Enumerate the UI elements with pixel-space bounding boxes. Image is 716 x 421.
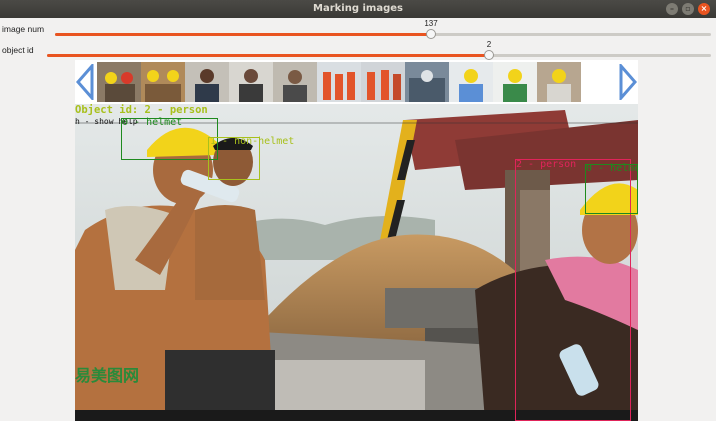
bbox-label-helmet-right: 0 - helmet	[586, 163, 638, 174]
object-id-label: object id	[2, 45, 34, 55]
thumbnail-3[interactable]	[185, 62, 229, 102]
bbox-label-non-helmet: 1 - non-helmet	[210, 136, 295, 147]
image-num-slider-fill	[55, 33, 431, 36]
image-num-value: 137	[424, 19, 438, 28]
thumbnail-10[interactable]	[493, 62, 537, 102]
thumbnail-9[interactable]	[449, 62, 493, 102]
image-canvas[interactable]: 易美图网 Object id: 2 - person h - show help…	[75, 60, 638, 421]
window-title: Marking images	[313, 3, 403, 14]
thumbnail-8[interactable]	[405, 62, 449, 102]
thumbnail-1[interactable]	[97, 62, 141, 102]
bbox-label-helmet-left: 0 - helmet	[122, 117, 183, 128]
object-id-slider-row: object id 2	[0, 40, 716, 61]
app-window: Marking images – ▫ × image num 137 objec…	[0, 0, 716, 421]
next-arrow-icon[interactable]	[619, 64, 637, 100]
thumbnail-5[interactable]	[273, 62, 317, 102]
image-num-slider-row: image num 137	[0, 19, 716, 40]
watermark-text: 易美图网	[75, 366, 140, 385]
object-id-slider-knob[interactable]	[484, 50, 494, 60]
image-num-slider[interactable]	[55, 29, 711, 39]
object-id-slider-fill	[47, 54, 489, 57]
close-icon[interactable]: ×	[698, 3, 710, 15]
thumbnail-6[interactable]	[317, 62, 361, 102]
thumbnail-list	[97, 62, 581, 102]
thumbnail-11[interactable]	[537, 62, 581, 102]
object-id-overlay: Object id: 2 - person	[75, 104, 208, 116]
object-id-value: 2	[486, 40, 492, 49]
object-id-slider[interactable]	[47, 50, 711, 60]
thumbnail-2[interactable]	[141, 62, 185, 102]
image-num-slider-knob[interactable]	[426, 29, 436, 39]
thumbnail-strip	[75, 60, 638, 104]
maximize-icon[interactable]: ▫	[682, 3, 694, 15]
minimize-icon[interactable]: –	[666, 3, 678, 15]
image-num-label: image num	[2, 24, 45, 34]
prev-arrow-icon[interactable]	[76, 64, 94, 100]
thumbnail-4[interactable]	[229, 62, 273, 102]
title-bar: Marking images – ▫ ×	[0, 0, 716, 18]
bbox-label-person: 2 - person	[516, 159, 577, 170]
thumbnail-7[interactable]	[361, 62, 405, 102]
